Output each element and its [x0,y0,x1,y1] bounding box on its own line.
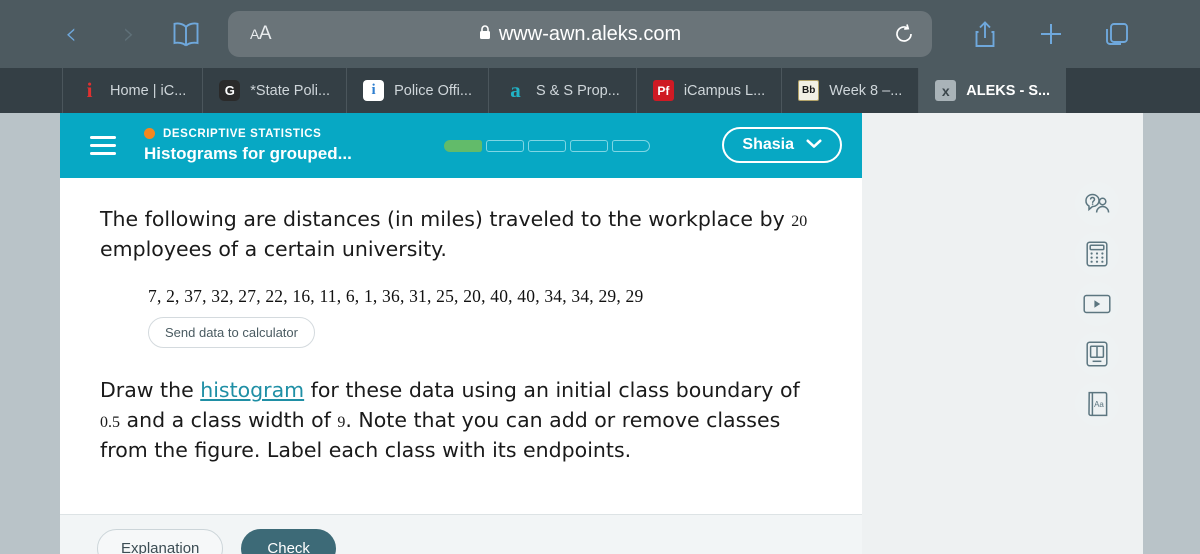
topic-label: DESCRIPTIVE STATISTICS [163,127,322,140]
question-card: The following are distances (in miles) t… [60,178,862,554]
intro-text-part2: employees of a certain university. [100,236,447,261]
aleks-page: DESCRIPTIVE STATISTICS Histograms for gr… [60,113,1143,554]
tab-s-and-s-prop[interactable]: a S & S Prop... [489,68,637,113]
address-bar[interactable]: AA www-awn.aleks.com [228,11,932,57]
progress-segment [570,140,608,152]
glossary-icon[interactable]: Aa [1075,382,1119,426]
tab-label: Week 8 –... [829,82,903,99]
tab-label: iCampus L... [683,82,766,99]
progress-segment [486,140,524,152]
ebook-icon[interactable] [1075,332,1119,376]
browser-toolbar: ‹ › AA www-awn.aleks.com [0,0,1200,68]
forward-chevron-icon[interactable]: › [100,18,158,50]
send-data-to-calculator-button[interactable]: Send data to calculator [148,317,315,349]
aleks-icon: x [935,80,957,101]
lesson-title: Histograms for grouped... [144,143,352,163]
explanation-button[interactable]: Explanation [97,529,224,554]
reload-icon[interactable] [894,23,914,45]
question-prompt: Draw the histogram for these data using … [100,376,826,465]
chevron-down-icon [806,136,822,154]
tab-aleks[interactable]: x ALEKS - S... [919,68,1067,113]
tab-label: Police Offi... [394,82,472,99]
pf-icon: Pf [652,80,674,101]
url-display: www-awn.aleks.com [228,23,932,46]
progress-segment [612,140,650,152]
progress-segment [528,140,566,152]
share-icon[interactable] [952,20,1018,48]
tab-icampus-l[interactable]: Pf iCampus L... [637,68,783,113]
progress-segment [444,140,482,152]
data-values: 7, 2, 37, 32, 27, 22, 16, 11, 6, 1, 36, … [148,286,644,307]
prompt-part1: Draw the [100,378,201,403]
icampus-icon: i [86,78,93,102]
video-player-icon[interactable] [1075,282,1119,326]
user-menu-button[interactable]: Shasia [722,127,842,163]
svg-text:Aa: Aa [1094,400,1104,409]
question-intro: The following are distances (in miles) t… [100,205,826,264]
tab-label: ALEKS - S... [966,82,1051,99]
tab-police-offi[interactable]: i Police Offi... [347,68,489,113]
bookmarks-book-icon[interactable] [158,21,214,47]
prompt-part2: for these data using an initial class bo… [304,378,800,403]
sample-size-value: 20 [791,213,808,230]
google-docs-icon: G [219,80,241,101]
tab-label: Home | iC... [110,82,187,99]
user-name-label: Shasia [742,136,794,153]
header-titles: DESCRIPTIVE STATISTICS Histograms for gr… [144,128,352,164]
question-body: The following are distances (in miles) t… [60,178,862,466]
info-icon: i [363,80,385,101]
progress-bar [444,140,650,152]
check-button[interactable]: Check [241,529,336,554]
ask-tutor-icon[interactable] [1075,182,1119,226]
tab-state-poli[interactable]: G *State Poli... [203,68,348,113]
tab-label: S & S Prop... [535,82,620,99]
lock-icon [479,23,491,46]
tab-home-icampus[interactable]: i Home | iC... [62,68,204,113]
aleks-header: DESCRIPTIVE STATISTICS Histograms for gr… [60,113,862,178]
bookmarks-bar: i Home | iC... G *State Poli... i Police… [0,68,1200,113]
intro-text-part1: The following are distances (in miles) t… [100,207,792,231]
prompt-part3: and a class width of [120,408,338,433]
histogram-link[interactable]: histogram [200,378,304,402]
back-chevron-icon[interactable]: ‹ [42,18,100,50]
hamburger-menu-icon[interactable] [90,131,116,160]
url-text: www-awn.aleks.com [498,22,682,45]
tabs-overview-icon[interactable] [1084,21,1150,47]
plus-icon[interactable] [1018,21,1084,47]
text-size-icon[interactable]: AA [250,23,272,45]
topic-line: DESCRIPTIVE STATISTICS [144,128,352,140]
calculator-icon[interactable] [1075,232,1119,276]
tool-rail: Aa [1075,182,1119,426]
action-bar: Explanation Check [60,514,862,554]
tab-week-8[interactable]: Bb Week 8 –... [782,68,920,113]
screen: ‹ › AA www-awn.aleks.com i Home | iC... … [0,0,1200,554]
blackboard-icon: Bb [798,80,820,101]
tab-label: *State Poli... [250,82,331,99]
apartments-icon: a [510,78,521,102]
initial-boundary-value: 0.5 [100,414,120,432]
topic-status-dot [144,128,155,139]
